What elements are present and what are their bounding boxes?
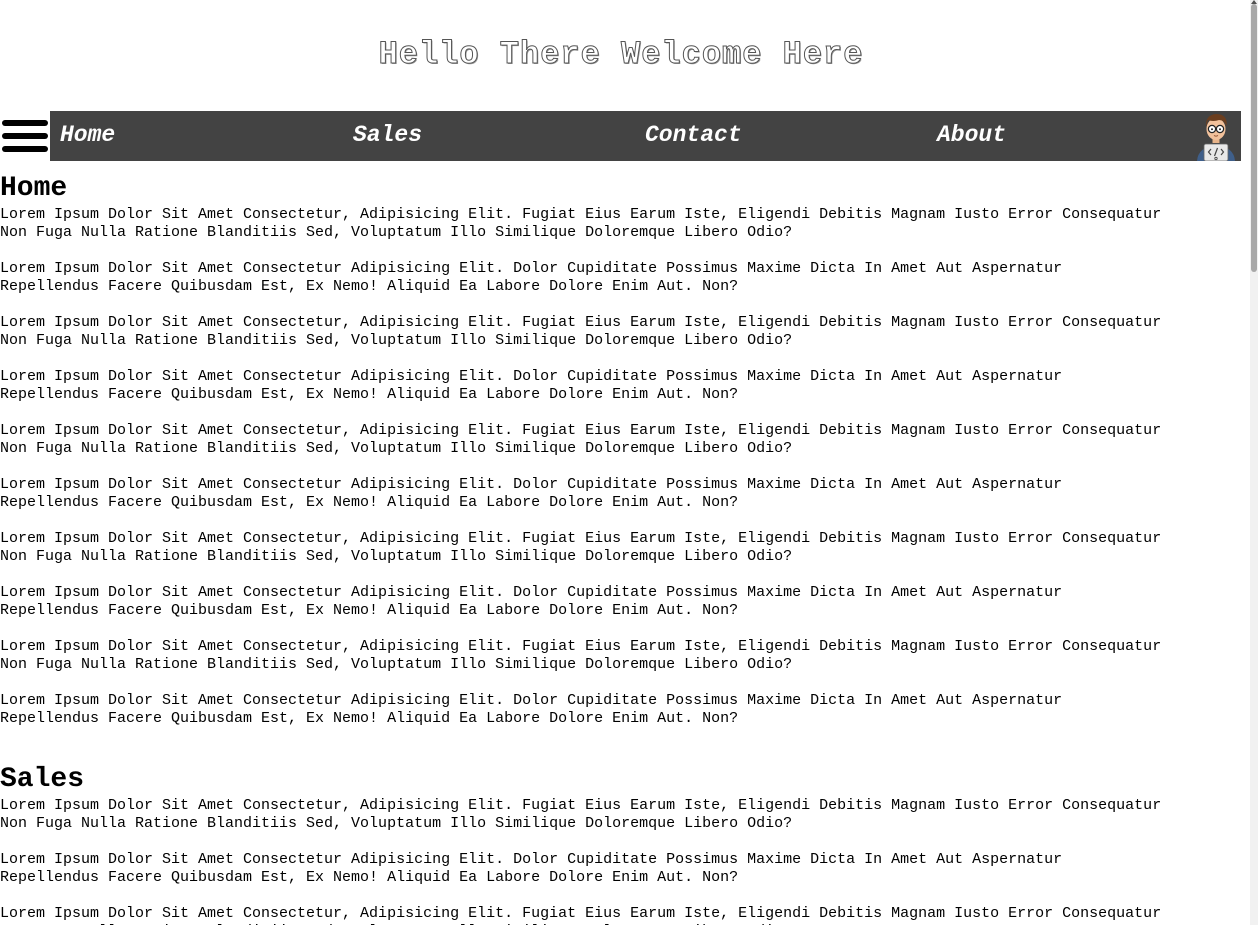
hamburger-bar [2, 120, 48, 126]
section-paragraph: Lorem Ipsum Dolor Sit Amet Consectetur A… [0, 584, 1063, 619]
page: Hello There Welcome Here Home Sales Cont… [0, 0, 1258, 925]
navbar: Home Sales Contact About [50, 111, 1241, 161]
nav-link-about[interactable]: About [937, 111, 1006, 161]
section-paragraph: Lorem Ipsum Dolor Sit Amet Consectetur, … [0, 422, 1162, 457]
section-paragraph: Lorem Ipsum Dolor Sit Amet Consectetur A… [0, 368, 1063, 403]
site-title: Hello There Welcome Here [378, 36, 864, 74]
section-heading: Home [0, 173, 68, 204]
section-paragraph: Lorem Ipsum Dolor Sit Amet Consectetur A… [0, 476, 1063, 511]
nav-link-sales[interactable]: Sales [353, 111, 422, 161]
section-paragraph: Lorem Ipsum Dolor Sit Amet Consectetur A… [0, 692, 1063, 727]
developer-avatar-icon[interactable] [1191, 111, 1241, 161]
section-paragraph: Lorem Ipsum Dolor Sit Amet Consectetur, … [0, 797, 1162, 832]
section-paragraph: Lorem Ipsum Dolor Sit Amet Consectetur, … [0, 314, 1162, 349]
section-paragraph: Lorem Ipsum Dolor Sit Amet Consectetur, … [0, 530, 1162, 565]
section-heading: Sales [0, 764, 85, 795]
section-paragraph: Lorem Ipsum Dolor Sit Amet Consectetur, … [0, 638, 1162, 673]
content-section-sales: Sales Lorem Ipsum Dolor Sit Amet Consecte… [0, 763, 1242, 925]
main-content: Home Lorem Ipsum Dolor Sit Amet Consectet… [0, 172, 1242, 925]
section-paragraph: Lorem Ipsum Dolor Sit Amet Consectetur A… [0, 851, 1063, 886]
scrollbar-thumb[interactable] [1251, 4, 1257, 272]
section-paragraph: Lorem Ipsum Dolor Sit Amet Consectetur, … [0, 206, 1162, 241]
hamburger-menu-icon[interactable] [2, 117, 48, 155]
nav-link-home[interactable]: Home [60, 111, 115, 161]
section-paragraph: Lorem Ipsum Dolor Sit Amet Consectetur A… [0, 260, 1063, 295]
section-paragraph: Lorem Ipsum Dolor Sit Amet Consectetur, … [0, 905, 1162, 925]
nav-link-contact[interactable]: Contact [645, 111, 742, 161]
hamburger-bar [2, 146, 48, 152]
content-section-home: Home Lorem Ipsum Dolor Sit Amet Consectet… [0, 172, 1242, 728]
vertical-scrollbar[interactable] [1250, 0, 1258, 925]
hamburger-bar [2, 133, 48, 139]
